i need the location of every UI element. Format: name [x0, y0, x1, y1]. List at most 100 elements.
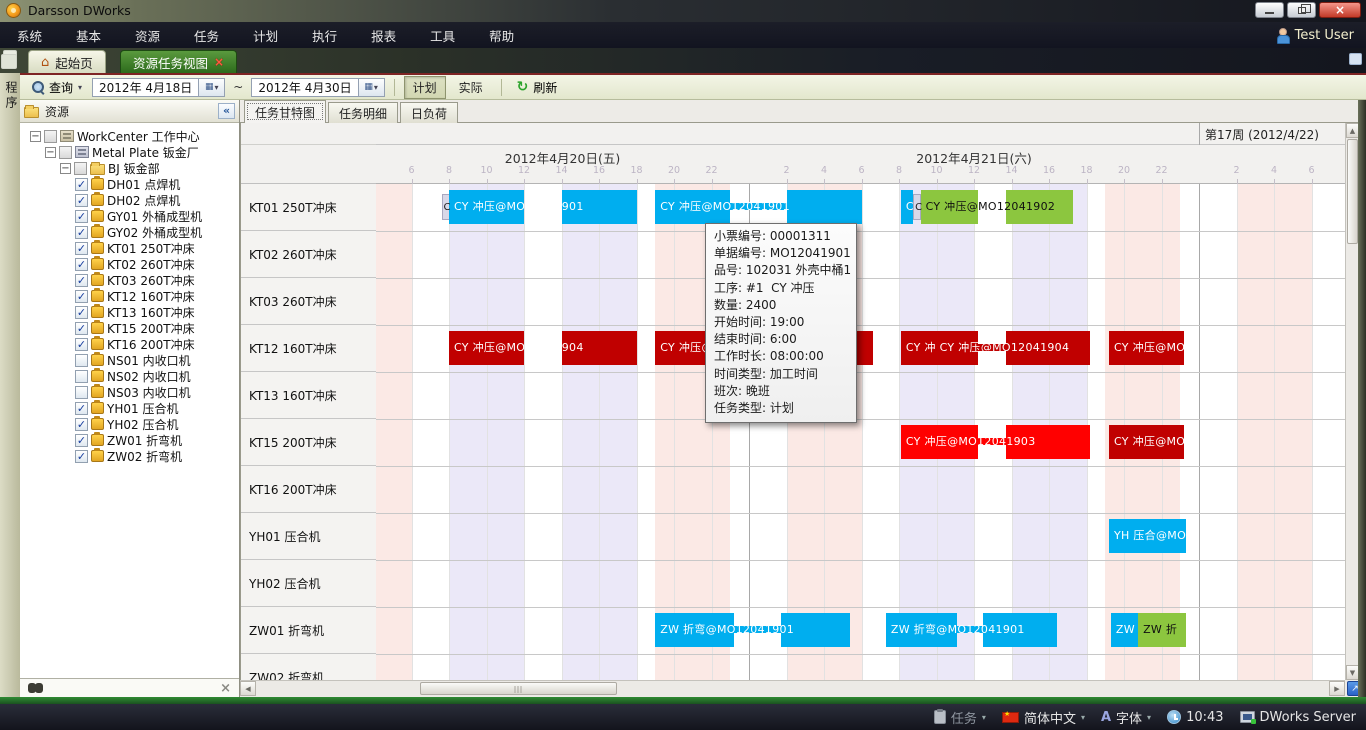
scroll-left-button[interactable]: ◀	[240, 681, 256, 696]
tree-checkbox[interactable]: ✓	[75, 450, 88, 463]
collapse-panel-button[interactable]: «	[218, 103, 235, 119]
tree-item[interactable]: −Metal Plate 钣金厂	[20, 144, 239, 160]
row-border	[376, 231, 1345, 232]
tree-checkbox[interactable]: ✓	[75, 194, 88, 207]
chevron-down-icon: ▾	[374, 83, 378, 92]
close-button[interactable]: ×	[1319, 2, 1361, 18]
tree-item[interactable]: ✓YH02 压合机	[20, 416, 239, 432]
collapse-toggle-icon[interactable]: −	[60, 163, 71, 174]
menu-item-系统[interactable]: 系统	[0, 22, 59, 48]
tree-item[interactable]: NS01 内收口机	[20, 352, 239, 368]
tab-list-icon[interactable]	[1349, 53, 1362, 65]
horizontal-scroll-thumb[interactable]	[420, 682, 617, 695]
gantt-task-segment[interactable]	[787, 190, 862, 224]
date-from-picker[interactable]: 2012年 4月18日 ▦ ▾	[92, 78, 225, 97]
folder-icon	[90, 164, 105, 175]
tree-checkbox[interactable]	[75, 354, 88, 367]
tree-item[interactable]: ✓ZW01 折弯机	[20, 432, 239, 448]
tree-checkbox[interactable]: ✓	[75, 290, 88, 303]
tree-checkbox[interactable]: ✓	[75, 434, 88, 447]
tree-find-bar[interactable]: ×	[20, 678, 239, 697]
tree-checkbox[interactable]	[75, 386, 88, 399]
tree-checkbox[interactable]	[44, 130, 57, 143]
tab-resource-task-view[interactable]: 资源任务视图 ×	[120, 50, 237, 73]
status-language[interactable]: 简体中文 ▾	[1002, 708, 1085, 727]
task-label: CY 冲压@MO1	[1114, 331, 1193, 365]
menu-item-计划[interactable]: 计划	[236, 22, 295, 48]
tree-item-label: BJ 钣金部	[108, 160, 160, 177]
menu-item-工具[interactable]: 工具	[413, 22, 472, 48]
dock-tab-programs[interactable]: 程序	[3, 81, 20, 111]
tab-home[interactable]: ⌂ 起始页	[28, 50, 106, 73]
gantt-chart-area[interactable]: 第17周 (2012/4/22)2012年4月20日(五)2012年4月21日(…	[376, 123, 1345, 680]
collapse-toggle-icon[interactable]: −	[45, 147, 56, 158]
tree-checkbox[interactable]	[75, 370, 88, 383]
tree-item[interactable]: − BJ 钣金部	[20, 160, 239, 176]
actual-toggle-button[interactable]: 实际	[450, 76, 492, 99]
tree-item[interactable]: ✓KT03 260T冲床	[20, 272, 239, 288]
tree-checkbox[interactable]	[59, 146, 72, 159]
date-to-input[interactable]: 2012年 4月30日	[252, 79, 357, 96]
tree-checkbox[interactable]: ✓	[75, 274, 88, 287]
vertical-scrollbar[interactable]: ▲ ▼	[1345, 123, 1358, 680]
status-tasks[interactable]: 任务 ▾	[934, 708, 986, 727]
date-from-input[interactable]: 2012年 4月18日	[93, 79, 198, 96]
tree-checkbox[interactable]: ✓	[75, 418, 88, 431]
tree-item[interactable]: ✓KT13 160T冲床	[20, 304, 239, 320]
hour-tick-label: 6	[858, 165, 864, 176]
tree-checkbox[interactable]: ✓	[75, 338, 88, 351]
tree-checkbox[interactable]: ✓	[75, 402, 88, 415]
refresh-button[interactable]: ↻ 刷新	[511, 78, 564, 97]
restore-button[interactable]	[1287, 2, 1316, 18]
close-tab-icon[interactable]: ×	[214, 55, 224, 69]
scroll-right-button[interactable]: ▶	[1329, 681, 1345, 696]
plan-toggle-button[interactable]: 计划	[404, 76, 446, 99]
menu-item-报表[interactable]: 报表	[354, 22, 413, 48]
tree-item[interactable]: NS02 内收口机	[20, 368, 239, 384]
tree-item[interactable]: NS03 内收口机	[20, 384, 239, 400]
server-icon	[1240, 711, 1255, 723]
tree-item[interactable]: − WorkCenter 工作中心	[20, 128, 239, 144]
menu-item-帮助[interactable]: 帮助	[472, 22, 531, 48]
view-tab-2[interactable]: 任务明细	[328, 102, 398, 123]
date-to-calendar-button[interactable]: ▦ ▾	[358, 79, 384, 96]
machine-icon	[91, 194, 104, 206]
tree-item[interactable]: ✓ZW02 折弯机	[20, 448, 239, 464]
tree-item[interactable]: ✓GY02 外桶成型机	[20, 224, 239, 240]
menu-item-资源[interactable]: 资源	[118, 22, 177, 48]
tree-checkbox[interactable]: ✓	[75, 322, 88, 335]
tree-item[interactable]: ✓GY01 外桶成型机	[20, 208, 239, 224]
minimize-button[interactable]	[1255, 2, 1284, 18]
tree-item-label: WorkCenter 工作中心	[77, 128, 200, 145]
tree-checkbox[interactable]: ✓	[75, 178, 88, 191]
tree-item[interactable]: ✓DH02 点焊机	[20, 192, 239, 208]
tree-item[interactable]: ✓KT12 160T冲床	[20, 288, 239, 304]
collapse-toggle-icon[interactable]: −	[30, 131, 41, 142]
vertical-scroll-thumb[interactable]	[1347, 139, 1358, 244]
tree-item[interactable]: ✓KT15 200T冲床	[20, 320, 239, 336]
date-from-calendar-button[interactable]: ▦ ▾	[198, 79, 224, 96]
clear-filter-icon[interactable]: ×	[220, 681, 231, 696]
hour-tick-mark	[524, 179, 525, 184]
status-font[interactable]: A 字体 ▾	[1101, 708, 1151, 727]
tree-item[interactable]: ✓KT16 200T冲床	[20, 336, 239, 352]
menu-item-执行[interactable]: 执行	[295, 22, 354, 48]
tree-item[interactable]: ✓DH01 点焊机	[20, 176, 239, 192]
tree-checkbox[interactable]	[74, 162, 87, 175]
query-button[interactable]: 查询 ▾	[26, 78, 88, 97]
menu-item-任务[interactable]: 任务	[177, 22, 236, 48]
tree-checkbox[interactable]: ✓	[75, 258, 88, 271]
tree-item[interactable]: ✓KT01 250T冲床	[20, 240, 239, 256]
tree-checkbox[interactable]: ✓	[75, 242, 88, 255]
tree-checkbox[interactable]: ✓	[75, 226, 88, 239]
menu-item-基本[interactable]: 基本	[59, 22, 118, 48]
tree-checkbox[interactable]: ✓	[75, 210, 88, 223]
tree-item[interactable]: ✓YH01 压合机	[20, 400, 239, 416]
query-dropdown-icon[interactable]: ▾	[78, 83, 82, 92]
tree-checkbox[interactable]: ✓	[75, 306, 88, 319]
tree-item[interactable]: ✓KT02 260T冲床	[20, 256, 239, 272]
date-to-picker[interactable]: 2012年 4月30日 ▦ ▾	[251, 78, 384, 97]
view-tab-3[interactable]: 日负荷	[400, 102, 458, 123]
horizontal-scrollbar[interactable]: ◀ ▶	[240, 680, 1345, 696]
view-tab-1[interactable]: 任务甘特图	[244, 100, 326, 123]
